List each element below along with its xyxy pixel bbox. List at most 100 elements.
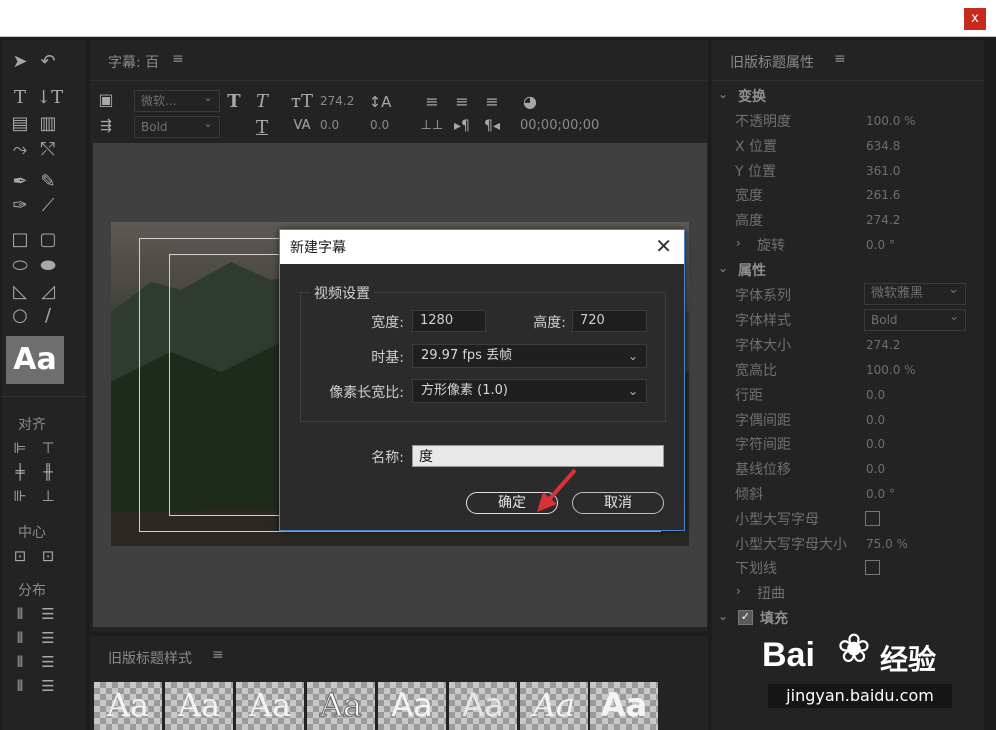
selection-tool-icon[interactable]: ➤: [8, 50, 32, 74]
background-video-icon[interactable]: ▣: [94, 88, 118, 112]
dialog-close-icon[interactable]: ✕: [655, 234, 672, 258]
timebase-select[interactable]: 29.97 fps 丢帧 ⌄: [412, 344, 647, 368]
round-rectangle-tool-icon[interactable]: ⬬: [36, 254, 60, 278]
window-close-button[interactable]: x: [964, 8, 986, 30]
properties-header[interactable]: 属性: [738, 260, 766, 280]
align-text-right-icon[interactable]: ≡: [480, 90, 504, 114]
distribute-right-icon[interactable]: ⫴: [8, 650, 32, 674]
align-left-icon[interactable]: ⊫: [8, 436, 32, 460]
cancel-button[interactable]: 取消: [572, 492, 664, 514]
clipped-rectangle-tool-icon[interactable]: ⬭: [8, 254, 32, 278]
bold-icon[interactable]: T: [222, 90, 246, 114]
convert-anchor-tool-icon[interactable]: ⟋: [36, 194, 60, 218]
leading-value[interactable]: 0.0: [370, 118, 389, 132]
transform-expand-icon[interactable]: ⌄: [718, 87, 728, 101]
rotate-tool-icon[interactable]: ↶: [36, 50, 60, 74]
timecode-value[interactable]: 00;00;00;00: [520, 118, 599, 133]
properties-menu-icon[interactable]: ≡: [834, 51, 846, 67]
type-tool-icon[interactable]: T: [8, 86, 32, 110]
slant-value[interactable]: 0.0 °: [866, 487, 895, 501]
tab-left-icon[interactable]: ▸¶: [450, 114, 474, 138]
styles-menu-icon[interactable]: ≡: [212, 647, 224, 663]
opacity-value[interactable]: 100.0 %: [866, 114, 916, 128]
show-background-icon[interactable]: ◕: [518, 90, 542, 114]
style-swatch[interactable]: Aa: [165, 682, 233, 730]
vertical-path-type-tool-icon[interactable]: ⤲: [36, 138, 60, 162]
underline-checkbox[interactable]: [865, 560, 880, 575]
small-caps-size-value[interactable]: 75.0 %: [866, 537, 908, 551]
y-position-value[interactable]: 361.0: [866, 164, 900, 178]
font-size-prop-value[interactable]: 274.2: [866, 338, 900, 352]
add-anchor-tool-icon[interactable]: ✑: [8, 194, 32, 218]
fill-expand-icon[interactable]: ⌄: [718, 609, 728, 623]
vertical-type-tool-icon[interactable]: ↓T: [36, 86, 63, 110]
align-bottom-icon[interactable]: ⊥: [36, 484, 60, 508]
arc-tool-icon[interactable]: ◿: [36, 280, 60, 304]
style-swatch[interactable]: Aa: [94, 682, 162, 730]
style-swatch[interactable]: Aa: [378, 682, 446, 730]
rounded-rectangle-tool-icon[interactable]: ▢: [36, 228, 60, 252]
aspect-value[interactable]: 100.0 %: [866, 363, 916, 377]
style-swatch[interactable]: Aa: [449, 682, 517, 730]
kerning-prop-value[interactable]: 0.0: [866, 413, 885, 427]
baseline-icon[interactable]: ⇶: [94, 114, 118, 138]
rectangle-tool-icon[interactable]: □: [8, 228, 32, 252]
height-field[interactable]: 720: [572, 310, 647, 332]
italic-icon[interactable]: T: [250, 90, 274, 114]
align-right-icon[interactable]: ⊪: [8, 484, 32, 508]
distribute-left-icon[interactable]: ⫴: [8, 602, 32, 626]
align-hcenter-icon[interactable]: ╪: [8, 460, 32, 484]
area-type-tool-icon[interactable]: ▤: [8, 112, 32, 136]
small-caps-checkbox[interactable]: [865, 511, 880, 526]
ellipse-tool-icon[interactable]: ○: [8, 304, 32, 328]
distribute-hcenter-icon[interactable]: ⫴: [8, 626, 32, 650]
style-swatch[interactable]: Aa: [307, 682, 375, 730]
align-text-center-icon[interactable]: ≡: [450, 90, 474, 114]
tracking-value[interactable]: 0.0: [866, 437, 885, 451]
title-tab[interactable]: 字幕: 百: [108, 52, 159, 72]
underline-icon[interactable]: T: [250, 116, 274, 140]
transform-header[interactable]: 变换: [738, 86, 766, 106]
distribute-vcenter-icon[interactable]: ☰: [36, 626, 60, 650]
baseline-shift-value[interactable]: 0.0: [866, 462, 885, 476]
width-field[interactable]: 1280: [412, 310, 486, 332]
distribute-bottom-icon[interactable]: ☰: [36, 650, 60, 674]
distort-expand-icon[interactable]: ›: [736, 584, 741, 598]
center-vertical-icon[interactable]: ⊡: [36, 544, 60, 568]
panel-menu-icon[interactable]: ≡: [172, 51, 184, 67]
height-value[interactable]: 274.2: [866, 213, 900, 227]
pixel-aspect-select[interactable]: 方形像素 (1.0) ⌄: [412, 379, 647, 403]
align-vcenter-icon[interactable]: ╫: [36, 460, 60, 484]
font-style-dropdown[interactable]: Bold: [134, 113, 220, 138]
line-tool-icon[interactable]: ∕: [36, 304, 60, 328]
properties-expand-icon[interactable]: ⌄: [718, 261, 728, 275]
center-horizontal-icon[interactable]: ⊡: [8, 544, 32, 568]
name-input[interactable]: 度: [412, 445, 664, 467]
kerning-value[interactable]: 0.0: [320, 118, 339, 132]
font-size-value[interactable]: 274.2: [320, 94, 354, 108]
distribute-spacing-h-icon[interactable]: ⫴: [8, 674, 32, 698]
rotation-value[interactable]: 0.0 °: [866, 238, 895, 252]
vertical-area-type-tool-icon[interactable]: ▥: [36, 112, 60, 136]
distribute-top-icon[interactable]: ☰: [36, 602, 60, 626]
delete-anchor-tool-icon[interactable]: ✎: [36, 170, 60, 194]
font-family-select[interactable]: 微软雅黑: [864, 280, 966, 305]
leading-prop-value[interactable]: 0.0: [866, 388, 885, 402]
wedge-tool-icon[interactable]: ◺: [8, 280, 32, 304]
font-family-dropdown[interactable]: 微软...: [134, 87, 220, 112]
width-value[interactable]: 261.6: [866, 188, 900, 202]
style-swatch[interactable]: Aa: [590, 682, 658, 730]
rotation-expand-icon[interactable]: ›: [736, 236, 741, 250]
tab-stops-icon[interactable]: ⊥⊥: [420, 114, 444, 138]
pen-tool-icon[interactable]: ✒: [8, 170, 32, 194]
style-swatch[interactable]: Aa: [520, 682, 588, 730]
style-swatch[interactable]: Aa: [236, 682, 304, 730]
align-top-icon[interactable]: ⊤: [36, 436, 60, 460]
path-type-tool-icon[interactable]: ⤳: [8, 138, 32, 162]
x-position-value[interactable]: 634.8: [866, 139, 900, 153]
fill-checkbox[interactable]: ✓: [738, 610, 753, 625]
tab-right-icon[interactable]: ¶◂: [480, 114, 504, 138]
font-style-select[interactable]: Bold: [864, 306, 966, 331]
distribute-spacing-v-icon[interactable]: ☰: [36, 674, 60, 698]
align-text-left-icon[interactable]: ≡: [420, 90, 444, 114]
